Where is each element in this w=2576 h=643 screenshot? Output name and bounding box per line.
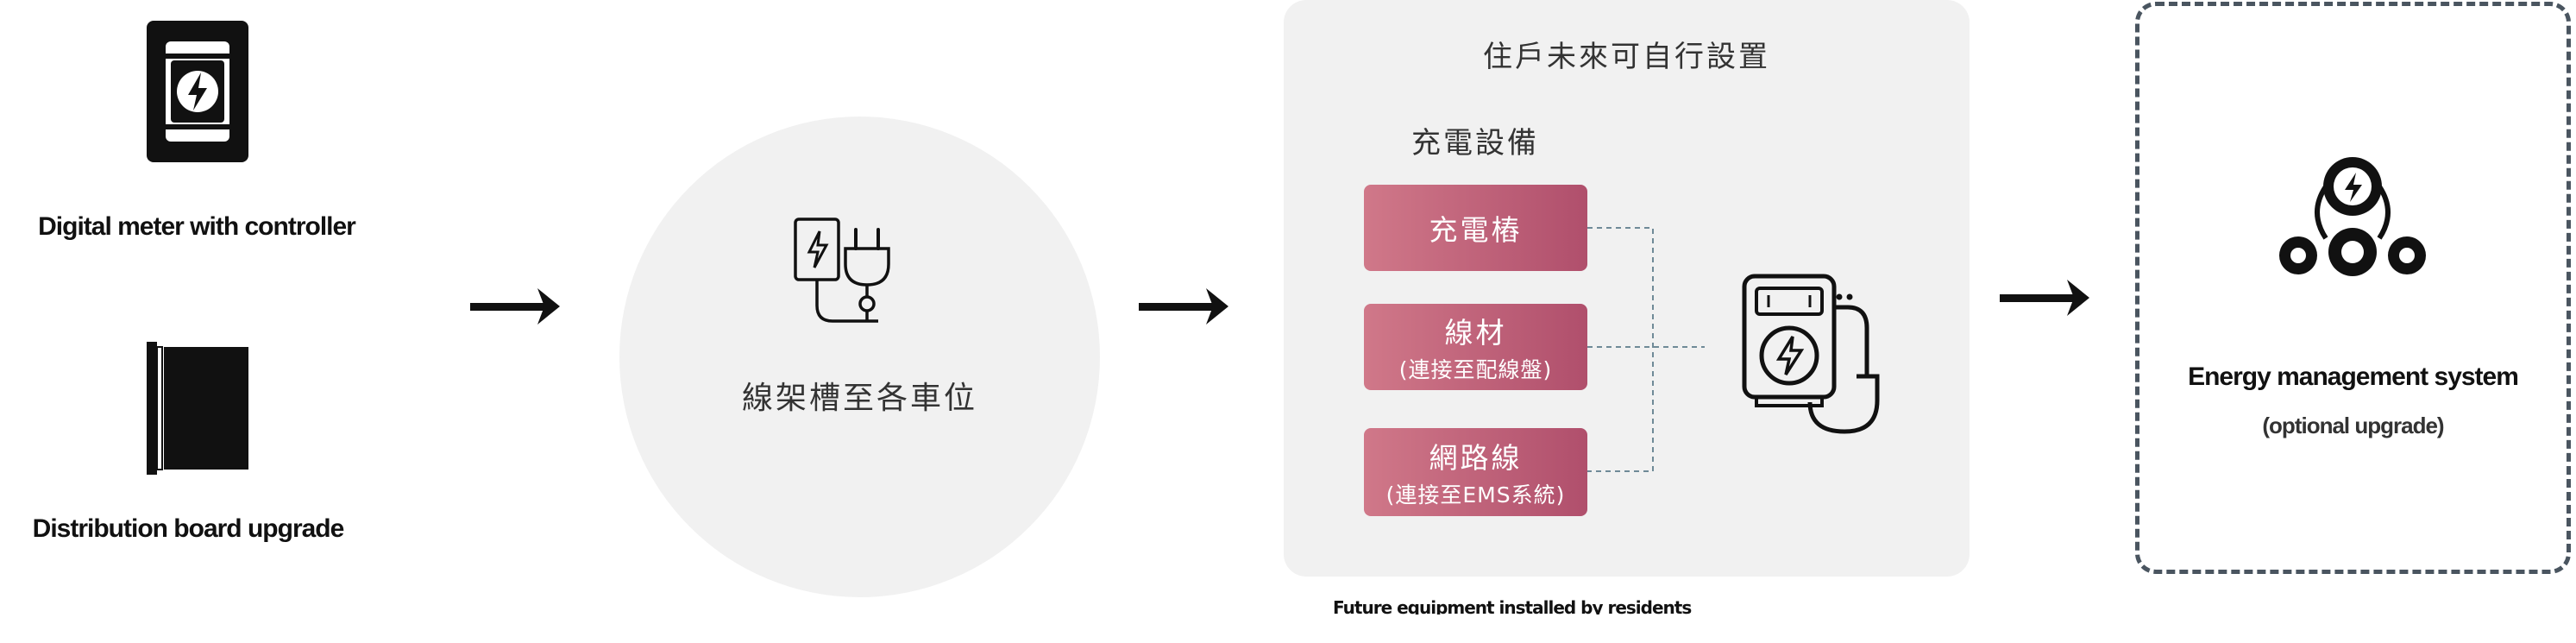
ev-charger-icon [1742, 274, 1880, 434]
arrow-right-icon [1139, 288, 1228, 325]
panel-footnote: Future equipment installed by residents [1333, 597, 1692, 615]
cable-tray-circle [619, 117, 1100, 597]
right-caption-line1: Energy management system [2188, 362, 2519, 391]
pill-charging-post: 充電樁 [1364, 185, 1587, 271]
pill-sub-label: (連接至EMS系統) [1385, 482, 1566, 507]
right-caption-line2: (optional upgrade) [2262, 413, 2444, 438]
pill-cable: 線材 (連接至配線盤) [1364, 304, 1587, 390]
charger-plug-icon [794, 217, 890, 323]
left-item1-caption: Digital meter with controller [38, 212, 356, 241]
pill-main-label: 網路線 [1429, 441, 1523, 475]
arrow-right-icon [470, 288, 560, 325]
pill-network-cable: 網路線 (連接至EMS系統) [1364, 428, 1587, 516]
meter-device-icon [147, 21, 248, 162]
pill-main-label: 線材 [1444, 316, 1507, 350]
energy-gears-icon [2279, 157, 2426, 276]
panel-subtitle: 充電設備 [1411, 126, 1539, 161]
panel-title: 住戶未來可自行設置 [1483, 40, 1770, 74]
circle-label: 線架槽至各車位 [741, 381, 977, 416]
pill-main-label: 充電樁 [1429, 213, 1523, 247]
arrow-right-icon [2000, 280, 2089, 316]
distribution-board-icon [147, 342, 248, 475]
left-item2-caption: Distribution board upgrade [32, 514, 345, 543]
pill-sub-label: (連接至配線盤) [1398, 357, 1553, 382]
connector-lines [1587, 227, 1705, 472]
